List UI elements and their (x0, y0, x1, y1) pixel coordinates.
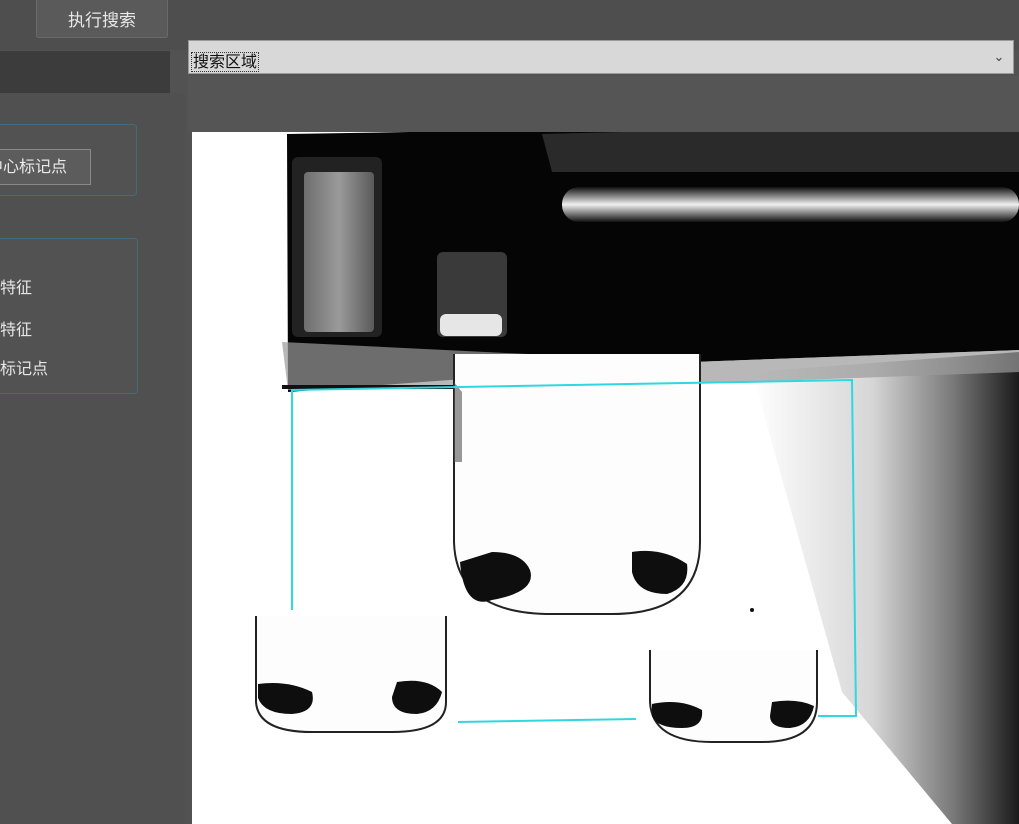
option-coarse-feature[interactable]: 粗特征 (0, 274, 32, 298)
viewer-header (188, 76, 1019, 132)
center-mark-button[interactable]: 中心标记点 (0, 149, 91, 185)
vial-right (649, 650, 818, 743)
chevron-down-icon[interactable]: ⌄ (985, 41, 1013, 73)
image-viewer[interactable] (192, 132, 1019, 824)
region-select[interactable]: 搜索区域 ⌄ (188, 40, 1014, 74)
vial-left (255, 616, 447, 733)
roi-bottom-segment (457, 718, 637, 723)
camera-image (255, 132, 1019, 824)
shadow-region (752, 352, 1019, 824)
left-panel (0, 93, 185, 824)
left-header-strip (0, 51, 170, 93)
option-aux-mark[interactable]: 辅助标记点 (0, 355, 48, 379)
bright-rod (562, 187, 1019, 222)
metal-block (304, 172, 374, 332)
option-fine-feature[interactable]: 细特征 (0, 316, 32, 340)
region-select-value: 搜索区域 (190, 52, 260, 72)
run-search-button[interactable]: 执行搜索 (36, 0, 168, 38)
